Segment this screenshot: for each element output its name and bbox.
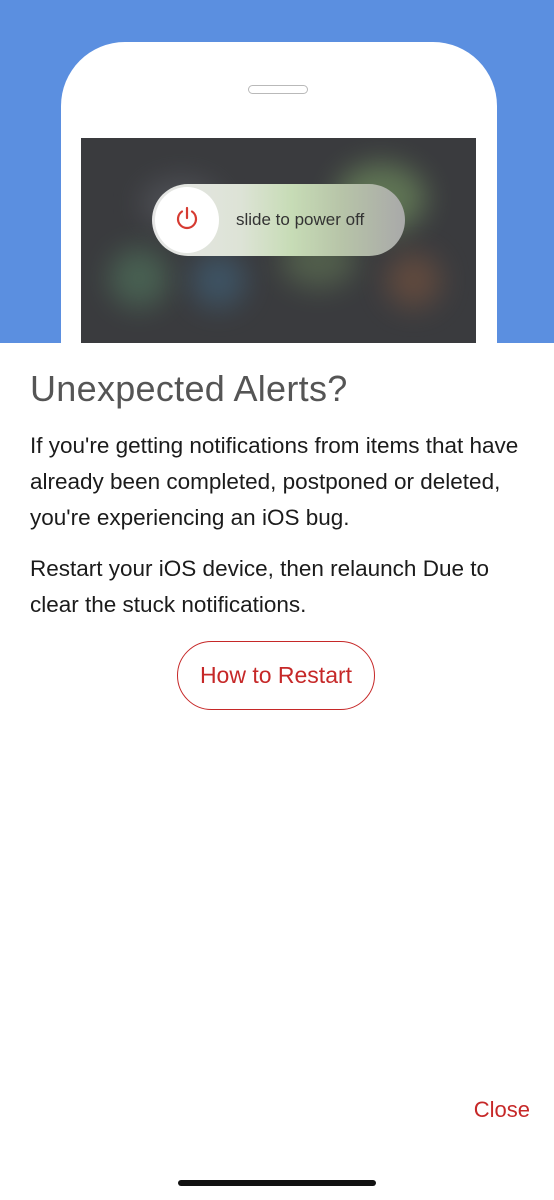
phone-screen: slide to power off [81,138,476,343]
alert-screen: slide to power off Unexpected Alerts? If… [0,0,554,1200]
phone-speaker [248,85,308,94]
description-paragraph: If you're getting notifications from ite… [30,433,519,530]
power-icon [174,205,200,236]
illustration-banner: slide to power off [0,0,554,343]
instruction-paragraph: Restart your iOS device, then relaunch D… [30,556,489,617]
how-to-restart-button[interactable]: How to Restart [177,641,375,710]
blur-blob [191,253,246,308]
home-indicator [178,1180,376,1186]
phone-illustration: slide to power off [61,42,497,343]
close-button[interactable]: Close [474,1097,530,1123]
page-title: Unexpected Alerts? [30,368,348,409]
blur-blob [109,248,169,308]
slider-label: slide to power off [236,210,365,229]
slider-knob [155,187,219,253]
power-off-slider: slide to power off [152,184,405,256]
blur-blob [386,253,441,308]
